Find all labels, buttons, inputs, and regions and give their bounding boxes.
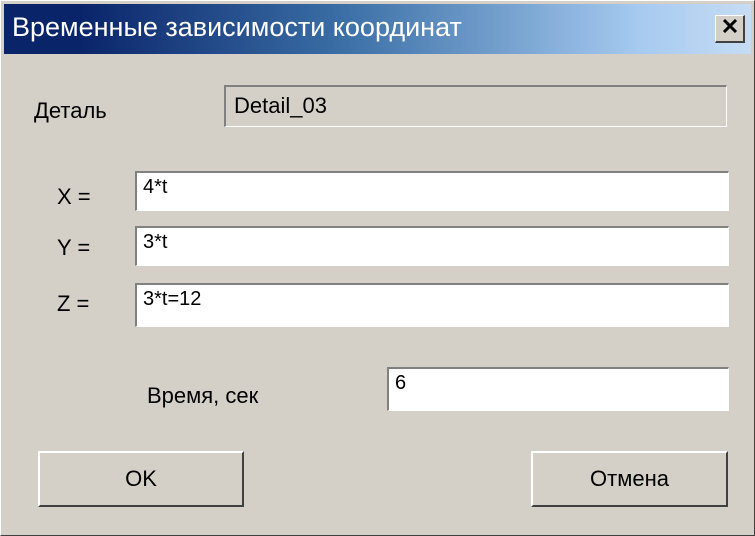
cancel-button[interactable]: Отмена [531, 451, 728, 507]
z-label: Z = [57, 291, 90, 316]
dialog-window: Временные зависимости координат Деталь D… [0, 0, 755, 536]
x-label: X = [57, 184, 91, 209]
x-input[interactable]: 4*t [135, 171, 729, 211]
detail-label: Деталь [34, 98, 107, 123]
y-input[interactable]: 3*t [135, 226, 729, 266]
z-input[interactable]: 3*t=12 [135, 283, 729, 327]
detail-field: Detail_03 [224, 85, 727, 127]
ok-button[interactable]: OK [38, 451, 244, 507]
title-bar[interactable]: Временные зависимости координат [4, 4, 751, 54]
y-label: Y = [57, 235, 91, 260]
window-title: Временные зависимости координат [12, 12, 462, 42]
time-label: Время, сек [147, 383, 259, 408]
close-icon [722, 18, 738, 38]
close-button[interactable] [715, 15, 745, 43]
time-input[interactable]: 6 [387, 367, 729, 411]
